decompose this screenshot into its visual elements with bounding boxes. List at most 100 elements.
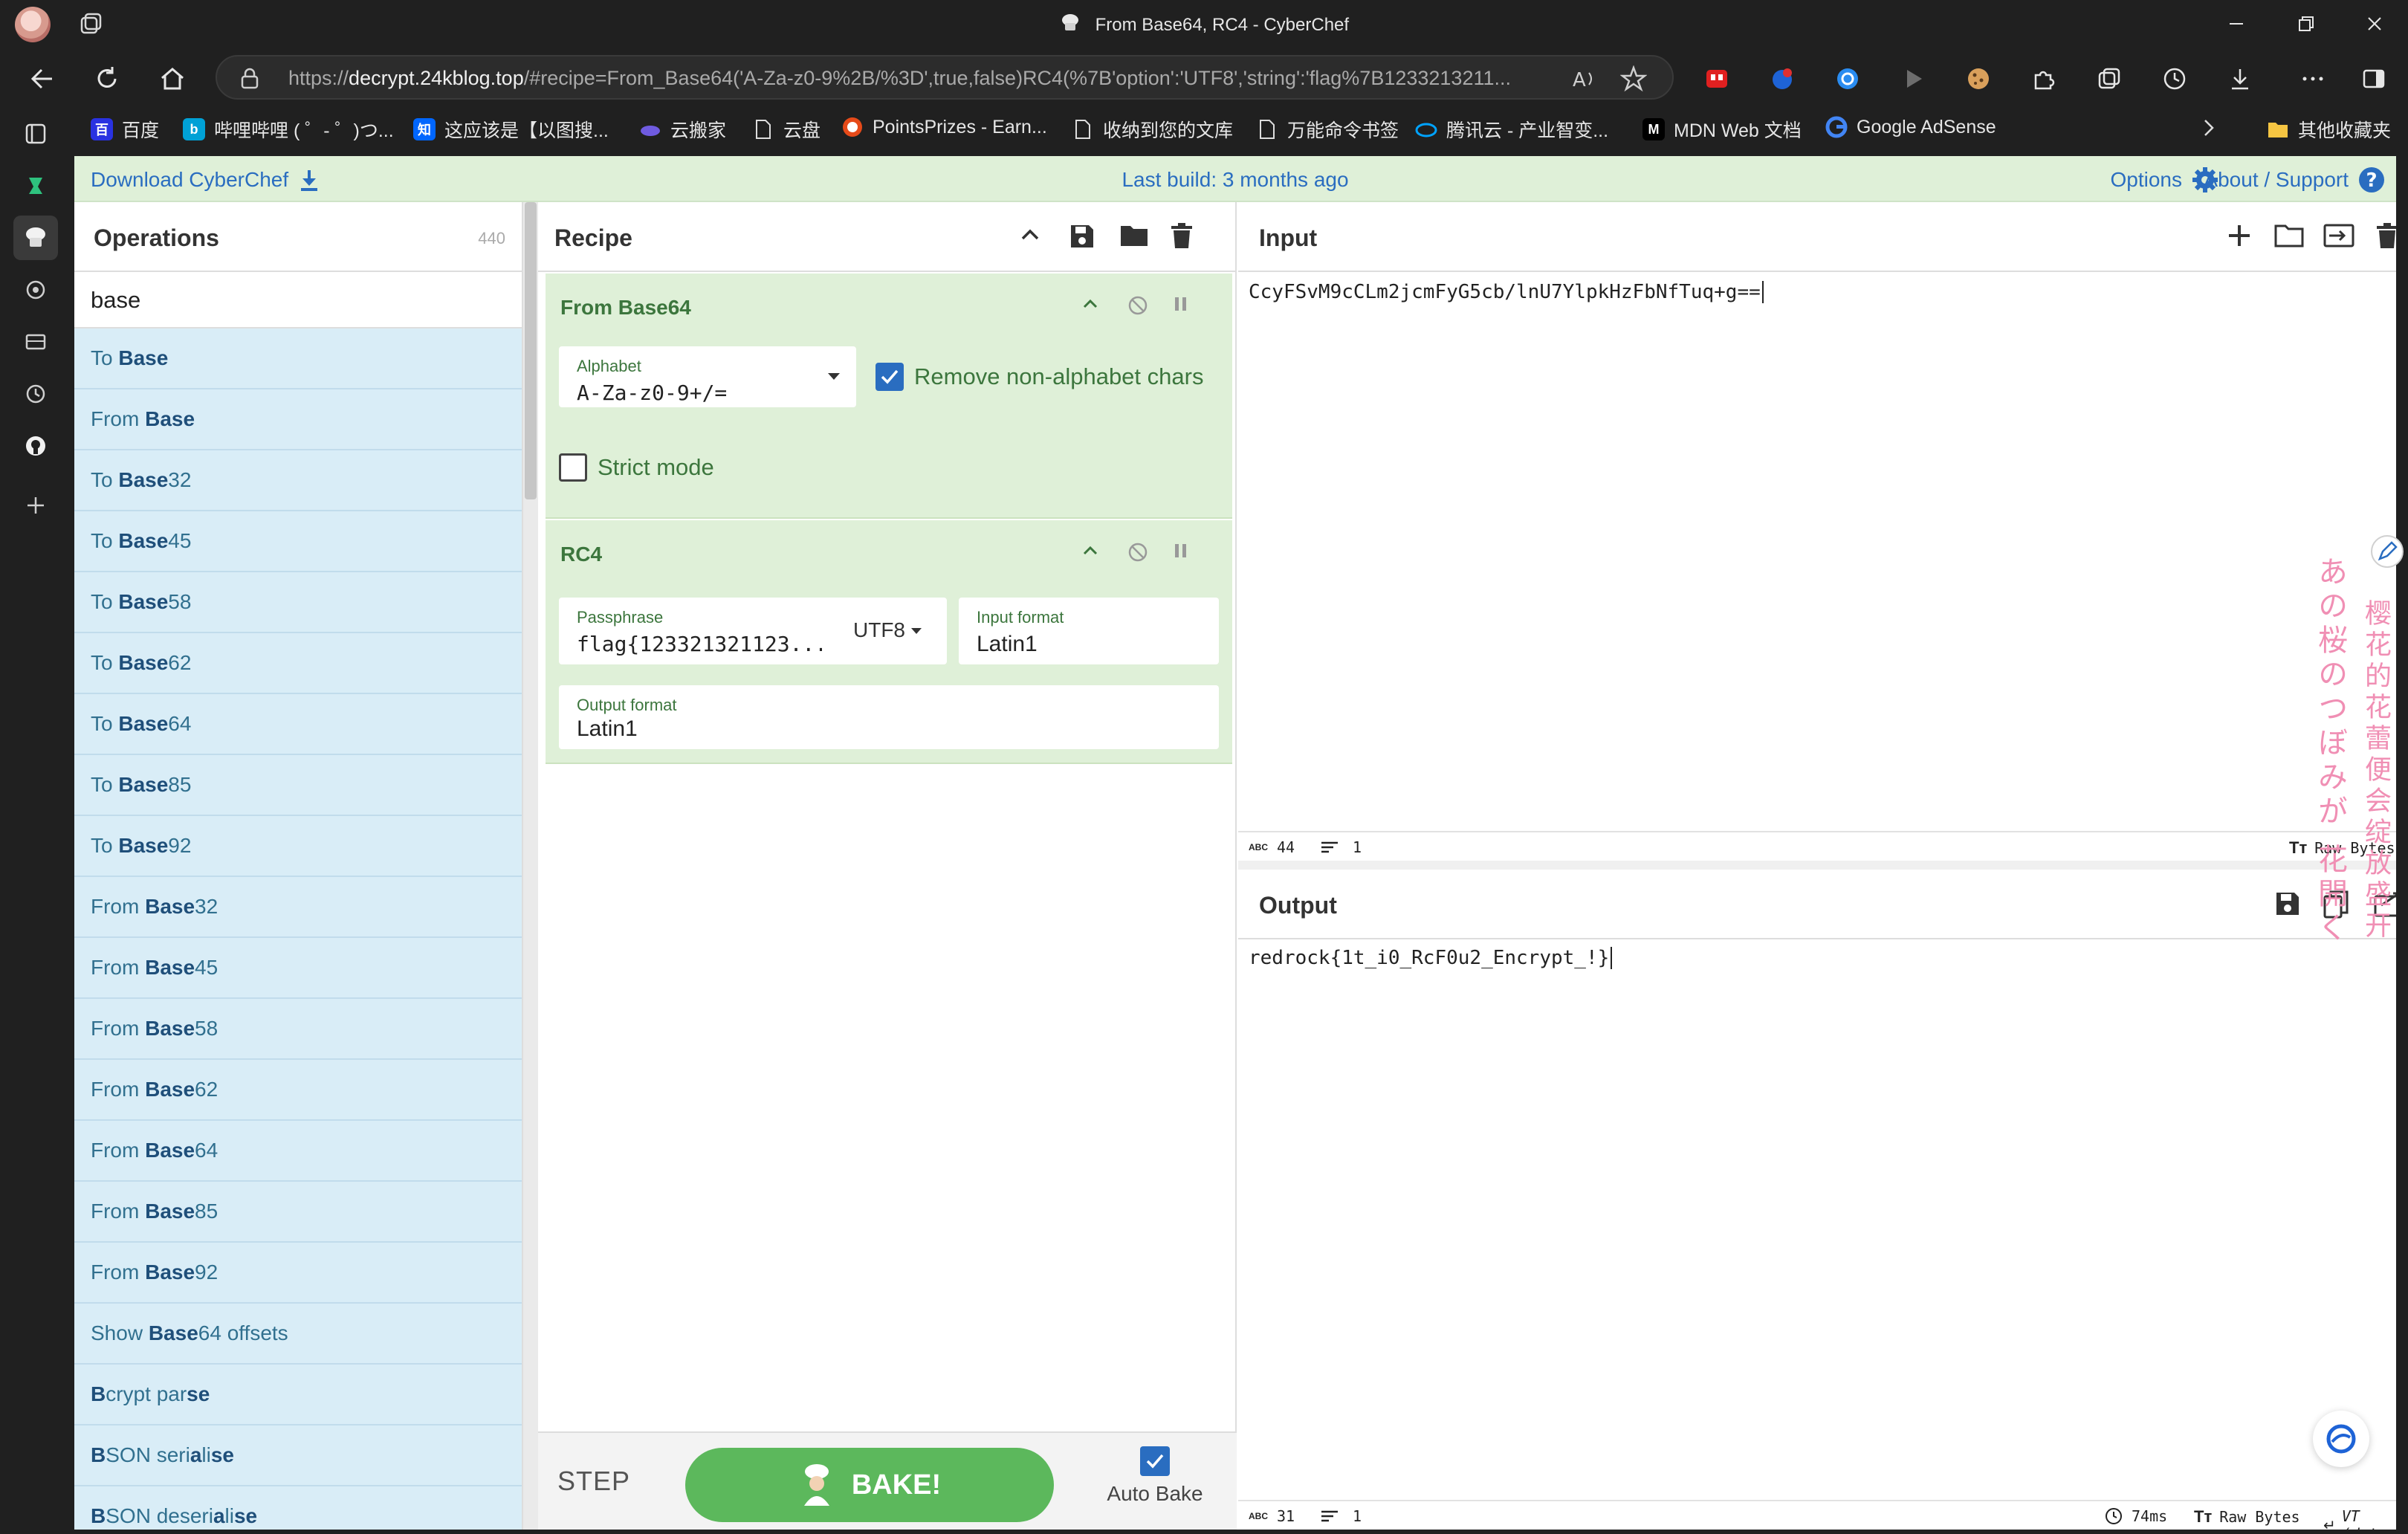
bookmark-yunpan[interactable]: 云盘	[752, 116, 821, 143]
restore-button[interactable]	[2288, 9, 2325, 39]
extension-blue-icon[interactable]	[1766, 62, 1799, 95]
bookmark-google-adsense[interactable]: Google AdSense	[1825, 116, 1996, 138]
operation-item[interactable]: To Base64	[74, 694, 522, 755]
app-tab-cyberchef-icon[interactable]	[13, 216, 58, 260]
output-encoding-button[interactable]: Tт Raw Bytes	[2194, 1507, 2300, 1527]
lock-icon[interactable]	[239, 67, 260, 89]
bake-button[interactable]: BAKE!	[685, 1448, 1054, 1522]
rc4-collapse-chevron-icon[interactable]	[1081, 541, 1100, 560]
app-tab-github-icon[interactable]	[19, 430, 52, 462]
from-base64-breakpoint-pause-icon[interactable]	[1171, 294, 1191, 314]
floating-assistant-icon[interactable]	[2313, 1411, 2369, 1467]
collapse-all-chevron-up-icon[interactable]	[1018, 223, 1042, 247]
bookmark-yunbanjia[interactable]: 云搬家	[639, 116, 726, 143]
address-bar[interactable]: https://decrypt.24kblog.top/#recipe=From…	[216, 55, 1674, 100]
operation-item[interactable]: To Base	[74, 329, 522, 389]
rc4-disable-icon[interactable]	[1127, 541, 1149, 563]
from-base64-disable-icon[interactable]	[1127, 294, 1149, 317]
collections-icon[interactable]	[2093, 62, 2126, 95]
operation-item[interactable]: From Base92	[74, 1243, 522, 1304]
bookmarks-overflow-chevron-icon[interactable]	[2201, 117, 2216, 138]
operation-item[interactable]: To Base32	[74, 450, 522, 511]
bookmark-bilibili[interactable]: b 哔哩哔哩 ( ゜- ゜)つ...	[183, 116, 394, 143]
add-app-plus-icon[interactable]	[19, 489, 52, 522]
operation-item[interactable]: To Base85	[74, 755, 522, 816]
recipe-op-from-base64[interactable]: From Base64 Alphabet A-Za-z0-9+/= Remove…	[546, 274, 1232, 519]
operation-item[interactable]: From Base85	[74, 1182, 522, 1243]
rc4-breakpoint-pause-icon[interactable]	[1171, 541, 1191, 560]
operation-item[interactable]: BSON deserialise	[74, 1486, 522, 1530]
recipe-op-rc4[interactable]: RC4 Passphrase flag{123321321123... UTF8…	[546, 520, 1232, 764]
extension-red-icon[interactable]	[1700, 62, 1733, 95]
operations-scrollbar[interactable]	[523, 202, 538, 1530]
sidebar-toggle-icon[interactable]	[2357, 62, 2390, 95]
bookmark-mdn[interactable]: M MDN Web 文档	[1642, 116, 1802, 143]
edge-pen-icon[interactable]	[2371, 535, 2404, 568]
io-resize-handle[interactable]	[1238, 861, 2396, 870]
app-tab-history-icon[interactable]	[19, 378, 52, 410]
open-folder-icon[interactable]	[2274, 223, 2304, 248]
extensions-puzzle-icon[interactable]	[2027, 62, 2060, 95]
bookmark-pointsprizes[interactable]: PointsPrizes - Earn...	[841, 116, 1047, 138]
bookmark-baidu[interactable]: 百百度	[91, 116, 159, 143]
from-base64-collapse-chevron-icon[interactable]	[1081, 294, 1100, 314]
output-textarea[interactable]: redrock{1t_i0_RcF0u2_Encrypt_!}	[1249, 947, 1613, 969]
operation-item[interactable]: BSON serialise	[74, 1425, 522, 1486]
input-format-select[interactable]: Input format Latin1	[959, 598, 1219, 664]
bookmark-other-folder[interactable]: 其他收藏夹	[2267, 116, 2391, 143]
bookmark-wenku[interactable]: 收纳到您的文库	[1072, 116, 1233, 143]
input-textarea[interactable]: CcyFSvM9cCLm2jcmFyG5cb/lnU7YlpkHzFbNfTuq…	[1249, 281, 1764, 303]
auto-bake-checkbox[interactable]: Auto Bake	[1088, 1446, 1222, 1506]
save-recipe-icon[interactable]	[1069, 223, 1095, 250]
back-button[interactable]	[25, 62, 58, 95]
operation-item[interactable]: Bcrypt parse	[74, 1365, 522, 1425]
clear-input-trash-icon[interactable]	[2375, 223, 2396, 250]
operations-search-input[interactable]	[89, 279, 505, 321]
home-button[interactable]	[156, 62, 189, 95]
output-eol-button[interactable]: ↵VT (detected)	[2323, 1507, 2396, 1530]
about-support-link[interactable]: About / Support ?	[2204, 166, 2386, 194]
operation-item[interactable]: From Base32	[74, 877, 522, 938]
app-tab-green-icon[interactable]	[19, 169, 52, 202]
operation-item[interactable]: To Base58	[74, 572, 522, 633]
operation-item[interactable]: To Base92	[74, 816, 522, 877]
operation-item[interactable]: To Base45	[74, 511, 522, 572]
remove-nonalphabet-checkbox[interactable]: Remove non-alphabet chars	[876, 363, 1203, 391]
passphrase-format-dropdown[interactable]: UTF8	[853, 618, 922, 642]
strict-mode-checkbox[interactable]: Strict mode	[559, 453, 714, 482]
passphrase-field[interactable]: Passphrase flag{123321321123... UTF8	[559, 598, 947, 664]
operation-item[interactable]: From Base62	[74, 1060, 522, 1121]
operation-item[interactable]: Show Base64 offsets	[74, 1304, 522, 1365]
extension-cookie-icon[interactable]	[1962, 62, 1995, 95]
close-window-button[interactable]	[2356, 9, 2393, 39]
operation-item[interactable]: From Base64	[74, 1121, 522, 1182]
alphabet-select[interactable]: Alphabet A-Za-z0-9+/=	[559, 346, 856, 407]
more-menu-icon[interactable]	[2297, 62, 2329, 95]
tabs-panel-icon[interactable]	[19, 117, 52, 150]
bookmark-zhihu[interactable]: 知这应该是【以图搜...	[413, 116, 609, 143]
url-text[interactable]: https://decrypt.24kblog.top/#recipe=From…	[288, 67, 1730, 90]
bookmark-tencent-cloud[interactable]: 腾讯云 - 产业智变...	[1415, 116, 1608, 143]
history-icon[interactable]	[2158, 62, 2191, 95]
app-tab-chatgpt-icon[interactable]	[19, 274, 52, 306]
downloads-icon[interactable]	[2224, 62, 2256, 95]
operations-scrollbar-thumb[interactable]	[525, 202, 537, 499]
extension-play-icon[interactable]	[1897, 62, 1929, 95]
extension-circle-icon[interactable]	[1831, 62, 1864, 95]
operation-item[interactable]: From Base45	[74, 938, 522, 999]
favorite-star-icon[interactable]	[1620, 65, 1647, 92]
options-link[interactable]: Options	[2111, 166, 2220, 194]
save-output-icon[interactable]	[2274, 890, 2301, 917]
read-aloud-icon[interactable]: A	[1571, 65, 1598, 92]
add-input-tab-plus-icon[interactable]	[2227, 223, 2252, 248]
app-tab-mail-icon[interactable]	[19, 326, 52, 358]
clear-recipe-trash-icon[interactable]	[1170, 223, 1194, 250]
output-format-select[interactable]: Output format Latin1	[559, 685, 1219, 749]
open-file-input-icon[interactable]	[2323, 223, 2354, 248]
operation-item[interactable]: From Base58	[74, 999, 522, 1060]
load-recipe-folder-icon[interactable]	[1119, 223, 1149, 248]
operation-item[interactable]: To Base62	[74, 633, 522, 694]
minimize-button[interactable]	[2218, 9, 2255, 39]
refresh-button[interactable]	[91, 62, 123, 95]
bookmark-commands[interactable]: 万能命令书签	[1256, 116, 1399, 143]
